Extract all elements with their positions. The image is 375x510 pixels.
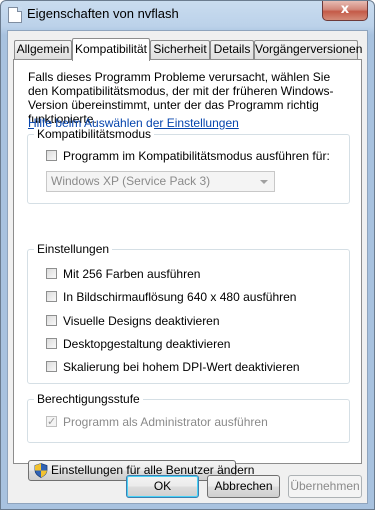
run-as-admin-checkbox[interactable]: Programm als Administrator ausführen [46, 414, 336, 430]
os-version-value: Windows XP (Service Pack 3) [51, 174, 211, 188]
dialog-client: Allgemein Kompatibilität Sicherheit Deta… [7, 30, 368, 504]
title-bar[interactable]: Eigenschaften von nvflash x [1, 1, 374, 29]
compat-mode-checkbox-label: Programm im Kompatibilitätsmodus ausführ… [63, 149, 330, 163]
properties-window: Eigenschaften von nvflash x Allgemein Ko… [0, 0, 375, 510]
window-title: Eigenschaften von nvflash [27, 6, 179, 21]
privilege-group-label: Berechtigungsstufe [34, 392, 143, 406]
checkbox-box[interactable] [46, 361, 57, 372]
compat-mode-checkbox[interactable]: Programm im Kompatibilitätsmodus ausführ… [46, 149, 346, 164]
settings-group: Einstellungen Mit 256 Farben ausführen I… [27, 242, 350, 384]
option-256-colors[interactable]: Mit 256 Farben ausführen [46, 267, 336, 282]
tab-vorgaengerversionen[interactable]: Vorgängerversionen [254, 40, 362, 59]
document-icon [8, 7, 22, 23]
option-dpi-scaling[interactable]: Skalierung bei hohem DPI-Wert deaktivier… [46, 360, 336, 375]
option-desktop-composition[interactable]: Desktopgestaltung deaktivieren [46, 337, 336, 352]
option-label: Skalierung bei hohem DPI-Wert deaktivier… [63, 360, 300, 374]
tab-kompatibilitaet[interactable]: Kompatibilität [72, 38, 150, 61]
checkbox-box[interactable] [46, 291, 57, 302]
compat-mode-group-label: Kompatibilitätsmodus [34, 127, 155, 141]
uac-shield-icon [34, 463, 48, 478]
run-as-admin-label: Programm als Administrator ausführen [63, 415, 268, 429]
tab-allgemein[interactable]: Allgemein [14, 40, 72, 59]
os-version-select[interactable]: Windows XP (Service Pack 3) [46, 171, 275, 192]
apply-button[interactable]: Übernehmen [288, 475, 362, 498]
ok-button[interactable]: OK [126, 475, 199, 498]
compatibility-panel: Falls dieses Programm Probleme verursach… [13, 59, 362, 481]
checkbox-box[interactable] [46, 150, 57, 161]
tab-sicherheit[interactable]: Sicherheit [150, 40, 210, 59]
option-640x480[interactable]: In Bildschirmauflösung 640 x 480 ausführ… [46, 290, 336, 305]
option-label: In Bildschirmauflösung 640 x 480 ausführ… [63, 290, 297, 304]
cancel-button[interactable]: Abbrechen [207, 475, 280, 498]
close-button[interactable]: x [322, 1, 368, 21]
chevron-down-icon [260, 180, 268, 184]
checkbox-box[interactable] [46, 414, 57, 429]
option-visual-designs[interactable]: Visuelle Designs deaktivieren [46, 314, 336, 329]
option-label: Visuelle Designs deaktivieren [63, 314, 220, 328]
checkbox-box[interactable] [46, 338, 57, 349]
tab-details[interactable]: Details [210, 40, 254, 59]
option-label: Desktopgestaltung deaktivieren [63, 337, 231, 351]
settings-group-label: Einstellungen [34, 242, 113, 256]
compat-mode-group: Kompatibilitätsmodus Programm im Kompati… [27, 127, 350, 204]
option-label: Mit 256 Farben ausführen [63, 267, 201, 281]
checkbox-box[interactable] [46, 315, 57, 326]
checkbox-box[interactable] [46, 268, 57, 279]
privilege-group: Berechtigungsstufe Programm als Administ… [27, 392, 350, 443]
close-icon: x [340, 2, 350, 17]
